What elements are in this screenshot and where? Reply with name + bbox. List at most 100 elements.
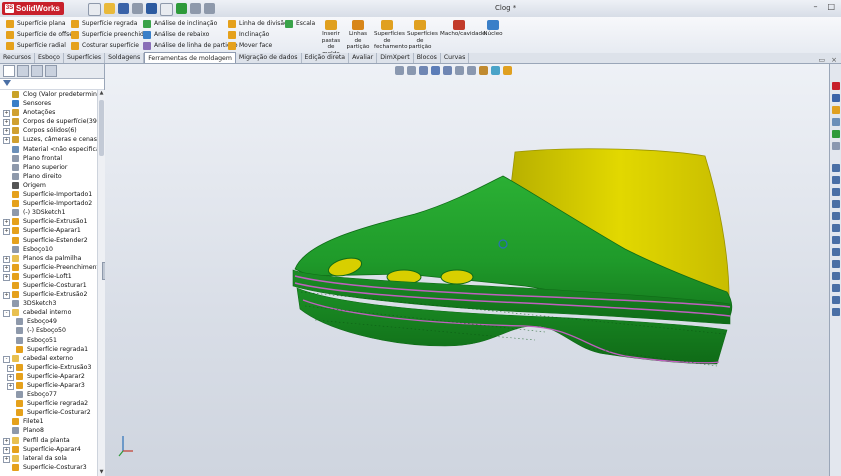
- tree-node[interactable]: - cabedal interno: [0, 308, 97, 318]
- expand-icon[interactable]: +: [3, 255, 10, 263]
- expand-icon[interactable]: +: [3, 446, 10, 454]
- filled-surface-button[interactable]: Superfície preenchida: [71, 29, 148, 40]
- tree-node[interactable]: + Anotações: [0, 108, 97, 118]
- tree-node[interactable]: + Superfície-Extrusão3: [0, 363, 97, 372]
- expand-icon[interactable]: +: [3, 292, 10, 300]
- sketch-circle-icon[interactable]: [832, 188, 840, 196]
- tab-esbo-o[interactable]: Esboço: [35, 53, 64, 63]
- sketch-spline-icon[interactable]: [832, 212, 840, 220]
- mold-folders-button[interactable]: Inserir pastas de molde: [318, 20, 344, 57]
- tree-node[interactable]: (-) Esboço50: [0, 326, 97, 335]
- tree-node[interactable]: (-) 3DSketch1: [0, 208, 97, 217]
- tree-node[interactable]: Plano direito: [0, 172, 97, 181]
- expand-icon[interactable]: +: [3, 264, 10, 272]
- sketch-relations-icon[interactable]: [832, 308, 840, 316]
- tab-curvas[interactable]: Curvas: [441, 53, 470, 63]
- collapse-icon[interactable]: -: [3, 355, 10, 363]
- print-icon[interactable]: [132, 3, 143, 14]
- parting-line-analysis-button[interactable]: Análise de linha de partição: [143, 40, 238, 51]
- tooling-split-button[interactable]: Macho/cavidade: [440, 20, 486, 38]
- property-manager-tab-icon[interactable]: [17, 65, 29, 77]
- tree-filter[interactable]: [0, 79, 104, 90]
- tree-node[interactable]: + Superfície-Aparar2: [0, 372, 97, 381]
- tree-node[interactable]: Superfície regrada2: [0, 399, 97, 408]
- undercut-analysis-button[interactable]: Análise de rebaixo: [143, 29, 238, 40]
- sketch-fillet-icon[interactable]: [832, 248, 840, 256]
- tree-node[interactable]: + Superfície-Aparar3: [0, 381, 97, 390]
- tree-node[interactable]: Sensores: [0, 99, 97, 108]
- tree-node[interactable]: Superfície-Estender2: [0, 236, 97, 245]
- sketch-line-icon[interactable]: [832, 164, 840, 172]
- expand-icon[interactable]: +: [7, 373, 14, 381]
- expand-icon[interactable]: +: [7, 364, 14, 372]
- tree-node[interactable]: - cabedal externo: [0, 354, 97, 363]
- solidworks-logo[interactable]: 3S SolidWorks: [2, 2, 64, 15]
- file-properties-icon[interactable]: [190, 3, 201, 14]
- sketch-trim-icon[interactable]: [832, 260, 840, 268]
- tree-node[interactable]: + Superfície-Loft1: [0, 272, 97, 281]
- tree-node[interactable]: Filete1: [0, 417, 97, 426]
- restore-icon[interactable]: ▭: [819, 56, 826, 64]
- tab-soldagens[interactable]: Soldagens: [105, 53, 145, 63]
- tree-node[interactable]: + Superfície-Extrusão1: [0, 217, 97, 227]
- expand-icon[interactable]: +: [3, 437, 10, 445]
- parting-surfaces-button[interactable]: Superfícies de partição: [407, 20, 438, 51]
- draft-button[interactable]: Inclinação: [228, 29, 288, 40]
- scroll-up-icon[interactable]: ▲: [98, 90, 105, 97]
- expand-icon[interactable]: +: [3, 128, 10, 136]
- move-face-button[interactable]: Mover face: [228, 40, 288, 51]
- tree-node[interactable]: Superfície-Costurar2: [0, 408, 97, 417]
- offset-surface-button[interactable]: Superfície de offset: [6, 29, 75, 40]
- tree-node[interactable]: Esboço10: [0, 245, 97, 254]
- tab-edi-o-direta[interactable]: Edição direta: [302, 53, 350, 63]
- new-document-icon[interactable]: [88, 3, 101, 16]
- tree-node[interactable]: + lateral da sola: [0, 454, 97, 463]
- tree-node[interactable]: Clog (Valor predeterminado): [0, 90, 97, 99]
- tab-superf-cies[interactable]: Superfícies: [64, 53, 106, 63]
- open-folder-icon[interactable]: [104, 3, 115, 14]
- tree-node[interactable]: Superfície-Importado1: [0, 190, 97, 199]
- tree-node[interactable]: + Corpos de superfície(39): [0, 117, 97, 127]
- tree-node[interactable]: 3DSketch3: [0, 299, 97, 308]
- tree-node[interactable]: Superfície-Costurar3: [0, 463, 97, 472]
- tab-migra-o-de-dados[interactable]: Migração de dados: [236, 53, 302, 63]
- tree-node[interactable]: Origem: [0, 181, 97, 190]
- tree-node[interactable]: + Planos da palmilha: [0, 254, 97, 263]
- tab-dimxpert[interactable]: DimXpert: [377, 53, 414, 63]
- sketch-point-icon[interactable]: [832, 224, 840, 232]
- feature-manager-tab-icon[interactable]: [3, 65, 15, 77]
- tree-node[interactable]: Esboço77: [0, 390, 97, 399]
- ruled-surface-button[interactable]: Superfície regrada: [71, 18, 148, 29]
- scale-button[interactable]: Escala: [285, 18, 315, 29]
- tab-recursos[interactable]: Recursos: [0, 53, 35, 63]
- tree-node[interactable]: + Superfície-Aparar4: [0, 445, 97, 454]
- tree-node[interactable]: + Corpos sólidos(6): [0, 126, 97, 136]
- tree-node[interactable]: + Superfície-Preenchimento1: [0, 263, 97, 272]
- dimxpert-manager-tab-icon[interactable]: [45, 65, 57, 77]
- configuration-manager-tab-icon[interactable]: [31, 65, 43, 77]
- tree-node[interactable]: + Superfície-Extrusão2: [0, 290, 97, 300]
- knit-surface-button[interactable]: Costurar superfície: [71, 40, 148, 51]
- expand-icon[interactable]: +: [3, 455, 10, 463]
- tree-scrollbar[interactable]: ▲ ▼: [97, 90, 105, 476]
- tree-node[interactable]: + Perfil da planta: [0, 436, 97, 445]
- appearances-icon[interactable]: [832, 130, 840, 138]
- tree-node[interactable]: Plano superior: [0, 163, 97, 172]
- design-library-icon[interactable]: [832, 94, 840, 102]
- tree-node[interactable]: Material <não especificado>: [0, 145, 97, 154]
- expand-icon[interactable]: +: [3, 219, 10, 227]
- sketch-text-icon[interactable]: [832, 236, 840, 244]
- options-icon[interactable]: [204, 3, 215, 14]
- tree-node[interactable]: Plano8: [0, 426, 97, 435]
- solidworks-resources-icon[interactable]: [832, 82, 840, 90]
- tree-node[interactable]: + Superfície-Aparar1: [0, 226, 97, 236]
- tree-node[interactable]: Superfície regrada1: [0, 345, 97, 354]
- scroll-down-icon[interactable]: ▼: [98, 469, 105, 476]
- rebuild-icon[interactable]: [176, 3, 187, 14]
- tree-node[interactable]: Esboço49: [0, 317, 97, 326]
- maximize-icon[interactable]: □: [827, 2, 835, 11]
- file-explorer-icon[interactable]: [832, 106, 840, 114]
- radiate-surface-button[interactable]: Superfície radial: [6, 40, 75, 51]
- tree-node[interactable]: Superfície-Importado2: [0, 199, 97, 208]
- save-icon[interactable]: [118, 3, 129, 14]
